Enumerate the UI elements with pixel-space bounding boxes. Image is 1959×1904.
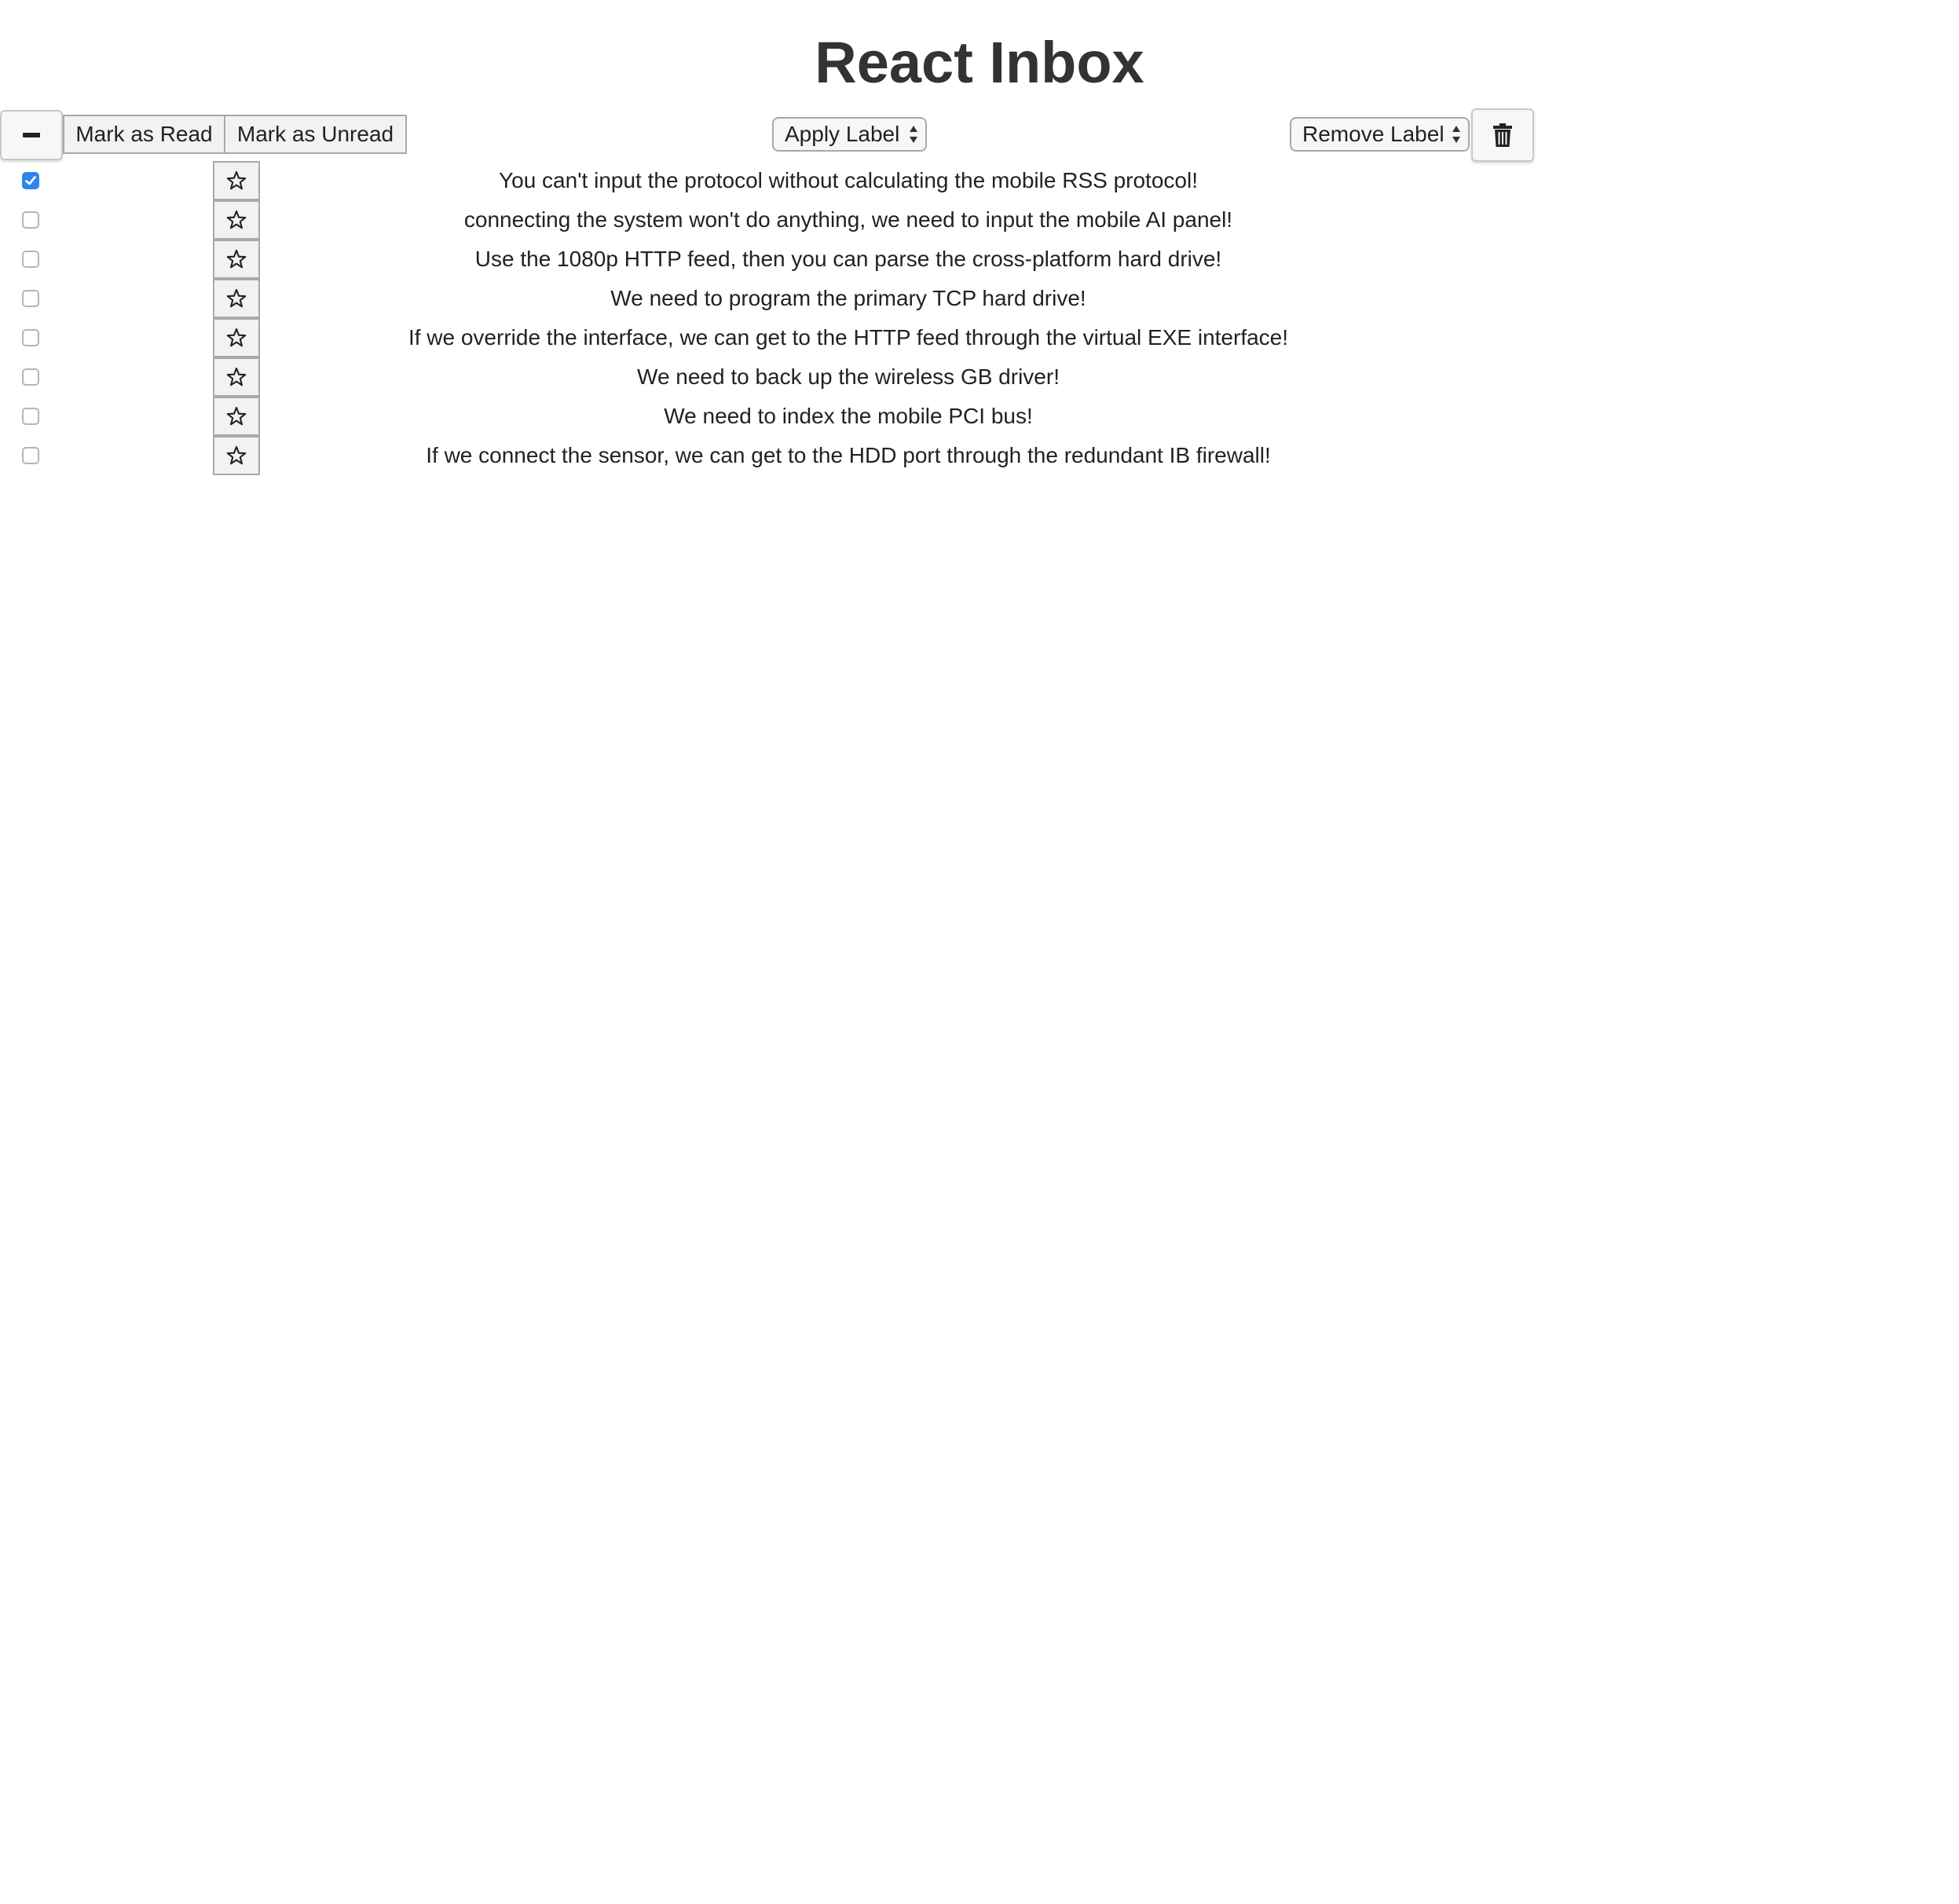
- message-row[interactable]: We need to index the mobile PCI bus!: [0, 397, 1959, 436]
- star-outline-icon: [226, 445, 247, 465]
- message-row[interactable]: We need to program the primary TCP hard …: [0, 279, 1959, 318]
- message-subject[interactable]: Use the 1080p HTTP feed, then you can pa…: [260, 240, 1437, 279]
- message-subject[interactable]: We need to index the mobile PCI bus!: [260, 397, 1437, 436]
- select-arrows-icon: [1451, 124, 1462, 145]
- star-button[interactable]: [213, 436, 260, 475]
- star-button[interactable]: [213, 318, 260, 357]
- star-button[interactable]: [213, 279, 260, 318]
- trash-icon: [1493, 123, 1512, 147]
- message-checkbox[interactable]: [22, 329, 39, 346]
- apply-label-select[interactable]: Apply Label: [772, 117, 927, 152]
- star-outline-icon: [226, 406, 247, 426]
- star-button[interactable]: [213, 200, 260, 240]
- minus-icon: [23, 133, 40, 137]
- star-outline-icon: [226, 170, 247, 190]
- apply-label-select-value: Apply Label: [785, 122, 900, 146]
- message-checkbox[interactable]: [22, 447, 39, 464]
- message-subject[interactable]: If we connect the sensor, we can get to …: [260, 436, 1437, 475]
- star-button[interactable]: [213, 397, 260, 436]
- select-all-button[interactable]: [0, 110, 63, 160]
- message-checkbox[interactable]: [22, 211, 39, 229]
- star-outline-icon: [226, 288, 247, 308]
- message-checkbox[interactable]: [22, 408, 39, 425]
- message-subject[interactable]: connecting the system won't do anything,…: [260, 200, 1437, 240]
- message-row[interactable]: If we connect the sensor, we can get to …: [0, 436, 1959, 475]
- star-button[interactable]: [213, 240, 260, 279]
- page-title: React Inbox: [815, 30, 1144, 95]
- mark-as-unread-button[interactable]: Mark as Unread: [224, 115, 407, 154]
- message-subject[interactable]: If we override the interface, we can get…: [260, 318, 1437, 357]
- select-arrows-icon: [908, 124, 919, 145]
- star-button[interactable]: [213, 161, 260, 200]
- message-row[interactable]: We need to back up the wireless GB drive…: [0, 357, 1959, 397]
- message-row[interactable]: connecting the system won't do anything,…: [0, 200, 1959, 240]
- star-outline-icon: [226, 210, 247, 229]
- message-row[interactable]: If we override the interface, we can get…: [0, 318, 1959, 357]
- message-subject[interactable]: We need to back up the wireless GB drive…: [260, 357, 1437, 397]
- delete-button[interactable]: [1471, 108, 1534, 162]
- mark-as-read-button[interactable]: Mark as Read: [63, 115, 225, 154]
- message-checkbox[interactable]: [22, 172, 39, 189]
- star-outline-icon: [226, 367, 247, 386]
- message-subject[interactable]: You can't input the protocol without cal…: [260, 161, 1437, 200]
- star-button[interactable]: [213, 357, 260, 397]
- message-subject[interactable]: We need to program the primary TCP hard …: [260, 279, 1437, 318]
- message-checkbox[interactable]: [22, 251, 39, 268]
- remove-label-select[interactable]: Remove Label: [1290, 117, 1470, 152]
- message-row[interactable]: You can't input the protocol without cal…: [0, 161, 1959, 200]
- star-outline-icon: [226, 328, 247, 347]
- message-checkbox[interactable]: [22, 290, 39, 307]
- star-outline-icon: [226, 249, 247, 269]
- remove-label-select-value: Remove Label: [1302, 122, 1445, 146]
- message-row[interactable]: Use the 1080p HTTP feed, then you can pa…: [0, 240, 1959, 279]
- message-checkbox[interactable]: [22, 368, 39, 386]
